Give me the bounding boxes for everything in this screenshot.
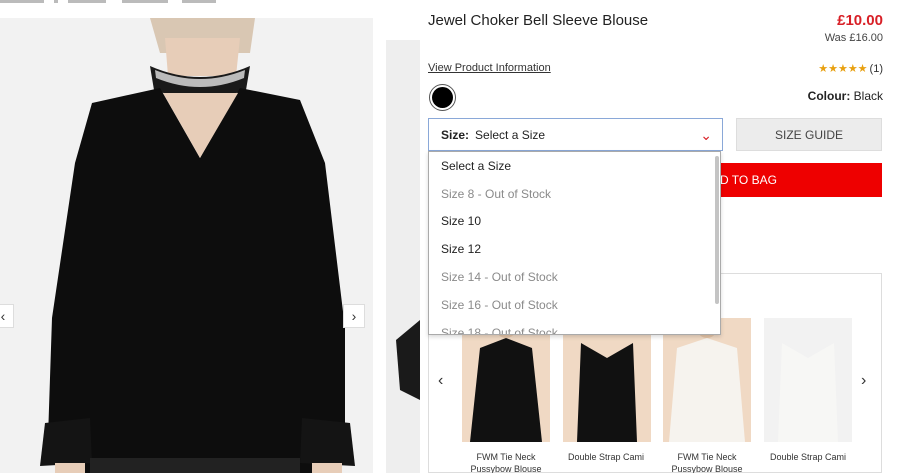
colour-swatch-black[interactable] [429,84,456,111]
size-option[interactable]: Size 12 [429,235,720,263]
next-image-button[interactable]: › [343,304,365,328]
similar-product-image[interactable] [663,318,751,442]
carousel-prev-icon[interactable]: ‹ [438,372,443,390]
product-page: ‹ › Jewel Choker Bell Sleeve Blouse £10.… [0,0,901,473]
colour-display: Colour: Black [808,89,883,103]
size-option[interactable]: Size 16 - Out of Stock [429,291,720,319]
size-option[interactable]: Size 8 - Out of Stock [429,180,720,208]
was-price: Was £16.00 [824,32,883,44]
dropdown-scrollbar[interactable] [715,156,719,304]
colour-label: Colour: [807,89,851,103]
size-dropdown-list[interactable]: Select a Size Size 8 - Out of Stock Size… [428,151,721,335]
chevron-right-icon: › [351,308,357,324]
rating-count: (1) [869,62,883,75]
size-option[interactable]: Size 10 [429,208,720,236]
carousel-next-icon[interactable]: › [861,372,866,390]
secondary-product-image[interactable] [386,40,420,473]
star-rating-icon: ★★★★★ [818,63,868,75]
breadcrumb [0,0,240,4]
size-guide-button[interactable]: SIZE GUIDE [736,118,882,151]
similar-product-image[interactable] [563,318,651,442]
similar-product-name[interactable]: FWM Tie Neck Pussybow Blouse [456,451,556,473]
product-price: £10.00 [837,12,883,29]
colour-value: Black [853,89,883,103]
similar-product-name[interactable]: Double Strap Cami [556,451,656,463]
product-title: Jewel Choker Bell Sleeve Blouse [428,12,649,29]
add-to-bag-label: D TO BAG [720,173,777,187]
main-product-image: ‹ › [0,18,373,473]
size-select-label: Size: [441,127,470,142]
similar-product-name[interactable]: FWM Tie Neck Pussybow Blouse [657,451,757,473]
size-option[interactable]: Size 18 - Out of Stock [429,319,720,334]
size-option[interactable]: Select a Size [429,152,720,180]
similar-product-image[interactable] [764,318,852,442]
chevron-left-icon: ‹ [0,308,6,324]
view-product-info-link[interactable]: View Product Information [428,62,551,74]
product-rating[interactable]: ★★★★★ (1) [818,62,883,76]
size-select[interactable]: Size: Select a Size ⌄ [428,118,723,151]
chevron-down-icon: ⌄ [700,127,712,143]
similar-product-image[interactable] [462,318,550,442]
size-select-value: Select a Size [475,127,546,142]
prev-image-button[interactable]: ‹ [0,304,14,328]
similar-product-name[interactable]: Double Strap Cami [758,451,858,463]
size-option[interactable]: Size 14 - Out of Stock [429,263,720,291]
